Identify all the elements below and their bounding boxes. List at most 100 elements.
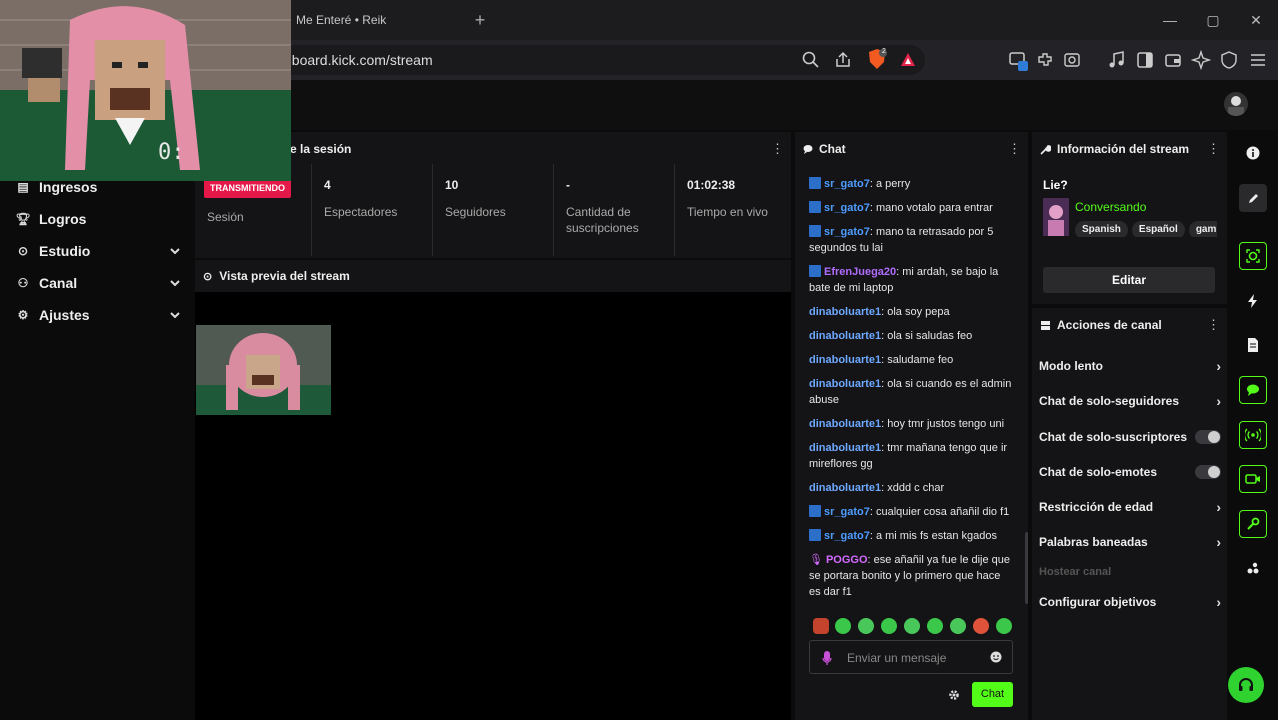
- stream-info-title: Información del stream: [1057, 142, 1190, 156]
- chat-username[interactable]: dinaboluarte1: [809, 306, 881, 318]
- shield-count: 2: [882, 48, 886, 55]
- avatar[interactable]: [1224, 92, 1248, 116]
- kebab-menu-icon[interactable]: ⋮: [1008, 141, 1021, 157]
- wallet-icon[interactable]: [1163, 50, 1183, 70]
- send-chat-button[interactable]: Chat: [972, 682, 1013, 707]
- sidebar-item-canal[interactable]: ⚇ Canal: [14, 269, 182, 297]
- music-icon[interactable]: [1107, 50, 1127, 70]
- chat-username[interactable]: EfrenJuega20: [824, 266, 896, 278]
- sidebar-item-ajustes[interactable]: ⚙ Ajustes: [14, 301, 182, 329]
- chat-scrollbar[interactable]: [1025, 532, 1028, 604]
- menu-icon[interactable]: [1248, 50, 1268, 70]
- broadcast-icon[interactable]: [1239, 421, 1267, 449]
- chat-username[interactable]: sr_gato7: [824, 226, 870, 238]
- chat-message: sr_gato7: a mi mis fs estan kgados: [809, 528, 1014, 544]
- emotes-only-toggle[interactable]: [1195, 465, 1221, 479]
- stream-preview-thumbnail[interactable]: [196, 325, 331, 415]
- action-followers-only[interactable]: Chat de solo-seguidores ›: [1039, 391, 1221, 411]
- chat-rail-icon[interactable]: [1239, 376, 1267, 404]
- zoom-icon[interactable]: [801, 50, 821, 70]
- chat-username[interactable]: dinaboluarte1: [809, 418, 881, 430]
- edit-button[interactable]: Editar: [1043, 267, 1215, 293]
- action-age-restriction[interactable]: Restricción de edad ›: [1039, 497, 1221, 517]
- chat-username[interactable]: sr_gato7: [824, 506, 870, 518]
- share-icon[interactable]: [833, 50, 853, 70]
- info-icon[interactable]: [1239, 139, 1267, 167]
- chat-username[interactable]: dinaboluarte1: [809, 354, 881, 366]
- extension-icon[interactable]: [1008, 50, 1030, 72]
- chat-username[interactable]: dinaboluarte1: [809, 482, 881, 494]
- action-configure-goals[interactable]: Configurar objetivos ›: [1039, 592, 1221, 612]
- brave-shield-icon[interactable]: 2: [866, 48, 888, 72]
- maximize-button[interactable]: ▢: [1201, 8, 1225, 32]
- chat-title: Chat: [819, 142, 846, 156]
- action-label: Chat de solo-emotes: [1039, 465, 1158, 479]
- session-title: e la sesión: [290, 142, 352, 156]
- kebab-menu-icon[interactable]: ⋮: [1207, 317, 1220, 333]
- stat-subscriptions: - Cantidad de suscripciones: [554, 164, 675, 256]
- lightning-icon[interactable]: [1239, 287, 1267, 315]
- video-icon[interactable]: [1239, 465, 1267, 493]
- stream-category[interactable]: Conversando: [1075, 200, 1146, 214]
- trophy-icon: 🏆︎: [15, 212, 31, 226]
- category-thumbnail: [1043, 198, 1069, 236]
- new-tab-button[interactable]: +: [470, 8, 490, 32]
- preview-title: Vista previa del stream: [219, 269, 350, 283]
- subscribers-only-toggle[interactable]: [1195, 430, 1221, 444]
- stream-title: Lie?: [1043, 178, 1068, 192]
- chat-text: : mano votalo para entrar: [869, 202, 993, 214]
- microphone-icon[interactable]: [822, 650, 832, 666]
- webcam-overlay-text: 0:: [158, 140, 185, 165]
- emoji-icon[interactable]: [990, 651, 1002, 663]
- chat-bubble-icon: [803, 144, 813, 154]
- studio-icon: ⊙: [17, 244, 29, 258]
- url-bar[interactable]: hboard.kick.com/stream: [280, 45, 925, 75]
- action-label: Hostear canal: [1039, 566, 1112, 578]
- puzzle-icon[interactable]: [1035, 50, 1055, 70]
- microphone-badge-icon: 🎙︎: [809, 554, 823, 566]
- edit-pencil-icon[interactable]: [1239, 184, 1267, 212]
- action-emotes-only: Chat de solo-emotes: [1039, 462, 1221, 482]
- close-window-button[interactable]: ✕: [1244, 8, 1268, 32]
- stat-label: Espectadores: [324, 205, 398, 219]
- screenshot-icon[interactable]: [1062, 50, 1082, 70]
- kebab-menu-icon[interactable]: ⋮: [771, 141, 784, 157]
- sidebar-item-estudio[interactable]: ⊙ Estudio: [14, 237, 182, 265]
- leo-ai-icon[interactable]: [1191, 50, 1211, 70]
- wrench-rail-icon[interactable]: [1239, 510, 1267, 538]
- chat-message: sr_gato7: mano ta retrasado por 5 segund…: [809, 224, 1014, 256]
- gear-icon: ⚙: [17, 308, 29, 322]
- action-subscribers-only: Chat de solo-suscriptores: [1039, 427, 1221, 447]
- chevron-right-icon: ›: [1216, 534, 1221, 550]
- browser-tab[interactable]: Me Enteré • Reik: [280, 6, 460, 34]
- chat-username[interactable]: sr_gato7: [824, 202, 870, 214]
- action-slow-mode[interactable]: Modo lento ›: [1039, 356, 1221, 376]
- chat-input[interactable]: Enviar un mensaje: [809, 640, 1013, 674]
- support-button[interactable]: [1228, 667, 1264, 703]
- stat-value: -: [566, 178, 570, 192]
- sidebar-item-label: Ajustes: [39, 307, 90, 323]
- minimize-button[interactable]: —: [1158, 8, 1182, 32]
- action-host-channel: Hostear canal: [1039, 562, 1221, 582]
- chat-username[interactable]: POGGO: [826, 554, 868, 566]
- chat-username[interactable]: sr_gato7: [824, 178, 870, 190]
- chat-settings-icon[interactable]: [948, 689, 960, 701]
- chat-username[interactable]: dinaboluarte1: [809, 330, 881, 342]
- rewards-icon[interactable]: [898, 50, 918, 70]
- document-icon[interactable]: [1239, 331, 1267, 359]
- chat-message: dinaboluarte1: ola si saludas feo: [809, 328, 1014, 344]
- chat-message: dinaboluarte1: tmr mañana tengo que ir m…: [809, 440, 1014, 472]
- sidebar-toggle-icon[interactable]: [1135, 50, 1155, 70]
- vpn-icon[interactable]: [1219, 50, 1239, 70]
- live-badge: TRANSMITIENDO: [204, 178, 291, 198]
- user-badge-icon: [809, 177, 821, 189]
- chevron-right-icon: ›: [1216, 499, 1221, 515]
- camera-icon[interactable]: [1239, 242, 1267, 270]
- chat-username[interactable]: dinaboluarte1: [809, 442, 881, 454]
- chat-username[interactable]: dinaboluarte1: [809, 378, 881, 390]
- sidebar-item-logros[interactable]: 🏆︎ Logros: [14, 205, 182, 233]
- chat-username[interactable]: sr_gato7: [824, 530, 870, 542]
- apps-icon[interactable]: [1239, 555, 1267, 583]
- kebab-menu-icon[interactable]: ⋮: [1207, 141, 1220, 157]
- action-banned-words[interactable]: Palabras baneadas ›: [1039, 532, 1221, 552]
